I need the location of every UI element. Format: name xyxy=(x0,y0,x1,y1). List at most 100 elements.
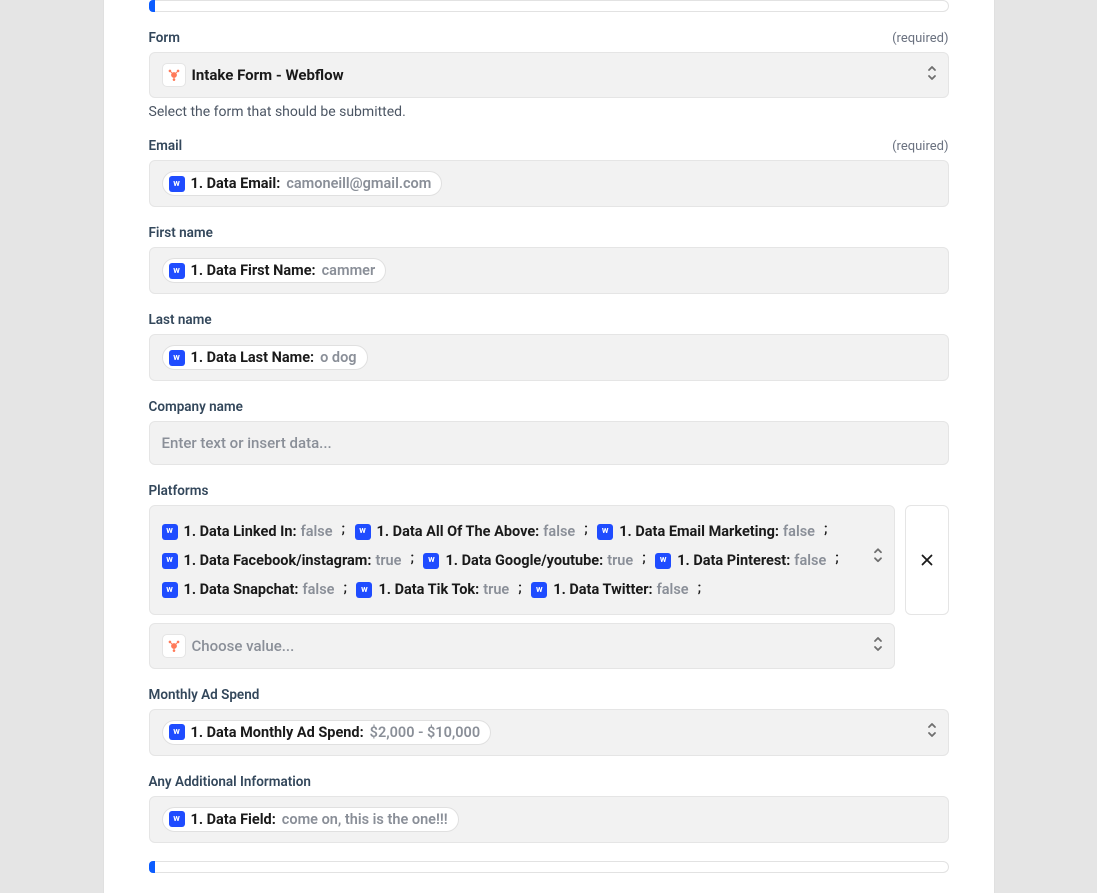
webflow-icon: w xyxy=(655,553,671,569)
form-label: Form xyxy=(149,30,181,46)
company-input[interactable]: Enter text or insert data... xyxy=(149,421,949,465)
additional-label: Any Additional Information xyxy=(149,774,311,790)
email-required: (required) xyxy=(892,139,948,154)
platform-token[interactable]: w 1. Data Tik Tok: true xyxy=(356,576,512,604)
adspend-token[interactable]: w 1. Data Monthly Ad Spend: $2,000 - $10… xyxy=(162,720,492,745)
platform-token[interactable]: w 1. Data Email Marketing: false xyxy=(597,518,818,546)
separator: ; xyxy=(698,580,702,596)
separator: ; xyxy=(835,550,839,566)
separator: ; xyxy=(642,550,646,566)
additional-field-group: Any Additional Information w 1. Data Fie… xyxy=(149,774,949,843)
blue-edge xyxy=(149,0,155,12)
chevron-updown-icon xyxy=(872,546,884,574)
email-input[interactable]: w 1. Data Email: camoneill@gmail.com xyxy=(149,160,949,207)
platform-token-label: 1. Data Tik Tok: xyxy=(378,576,479,604)
white-strip xyxy=(155,861,949,873)
platform-token[interactable]: w 1. Data Twitter: false xyxy=(531,576,691,604)
webflow-icon: w xyxy=(531,582,547,598)
platform-token-value: false xyxy=(301,518,333,546)
webflow-icon: w xyxy=(355,524,371,540)
chevron-updown-icon xyxy=(872,635,884,657)
webflow-icon: w xyxy=(162,553,178,569)
adspend-token-label: 1. Data Monthly Ad Spend: xyxy=(191,724,364,741)
blue-edge xyxy=(149,861,155,873)
separator: ; xyxy=(343,580,347,596)
platforms-label: Platforms xyxy=(149,483,209,499)
lastname-input[interactable]: w 1. Data Last Name: o dog xyxy=(149,334,949,381)
webflow-icon: w xyxy=(423,553,439,569)
company-label: Company name xyxy=(149,399,243,415)
close-icon xyxy=(918,551,936,569)
webflow-icon: w xyxy=(162,524,178,540)
platforms-choose-select[interactable]: Choose value... xyxy=(149,623,895,669)
webflow-icon: w xyxy=(169,263,185,279)
additional-token-label: 1. Data Field: xyxy=(191,811,276,828)
platform-token[interactable]: w1. Data Snapchat: false xyxy=(162,576,338,604)
platform-token-value: false xyxy=(783,518,815,546)
webflow-icon: w xyxy=(169,176,185,192)
lastname-token-value: o dog xyxy=(320,349,356,366)
hubspot-icon xyxy=(162,63,186,87)
chevron-updown-icon xyxy=(926,721,938,743)
adspend-select[interactable]: w 1. Data Monthly Ad Spend: $2,000 - $10… xyxy=(149,709,949,756)
bottom-partial-card xyxy=(149,861,949,873)
firstname-token-value: cammer xyxy=(322,262,376,279)
email-token-value: camoneill@gmail.com xyxy=(286,175,431,192)
platform-token[interactable]: w 1. Data Facebook/instagram: true xyxy=(162,547,405,575)
additional-token[interactable]: w 1. Data Field: come on, this is the on… xyxy=(162,807,459,832)
company-placeholder: Enter text or insert data... xyxy=(162,434,332,452)
platform-token[interactable]: w1. Data Google/youtube: true xyxy=(423,547,636,575)
form-helper: Select the form that should be submitted… xyxy=(149,104,949,120)
webflow-icon: w xyxy=(169,724,185,740)
additional-token-value: come on, this is the one!!! xyxy=(282,811,448,828)
top-partial-card xyxy=(149,0,949,12)
platform-token[interactable]: w 1. Data All Of The Above: false xyxy=(355,518,579,546)
webflow-icon: w xyxy=(169,350,185,366)
separator: ; xyxy=(410,550,414,566)
firstname-label: First name xyxy=(149,225,213,241)
firstname-field-group: First name w 1. Data First Name: cammer xyxy=(149,225,949,294)
separator: ; xyxy=(518,580,522,596)
webflow-icon: w xyxy=(169,811,185,827)
platform-token-label: 1. Data Pinterest: xyxy=(677,547,790,575)
platform-token[interactable]: w 1. Data Linked In: false xyxy=(162,518,336,546)
platform-token[interactable]: w 1. Data Pinterest: false xyxy=(655,547,829,575)
platform-token-label: 1. Data Linked In: xyxy=(184,518,297,546)
platforms-input[interactable]: w 1. Data Linked In: false; w 1. Data All … xyxy=(149,505,895,615)
platform-token-value: true xyxy=(375,547,401,575)
platform-token-value: false xyxy=(302,576,334,604)
firstname-input[interactable]: w 1. Data First Name: cammer xyxy=(149,247,949,294)
separator: ; xyxy=(584,521,588,537)
platform-token-value: true xyxy=(483,576,509,604)
platforms-field-group: Platforms w1. Data Linked In: false; w1.… xyxy=(149,483,949,669)
chevron-updown-icon xyxy=(926,64,938,86)
webflow-icon: w xyxy=(162,582,178,598)
adspend-field-group: Monthly Ad Spend w 1. Data Monthly Ad Sp… xyxy=(149,687,949,756)
lastname-token-label: 1. Data Last Name: xyxy=(191,349,315,366)
hubspot-icon xyxy=(162,634,186,658)
additional-input[interactable]: w 1. Data Field: come on, this is the on… xyxy=(149,796,949,843)
webflow-icon: w xyxy=(597,524,613,540)
platform-token-label: 1. Data Twitter: xyxy=(553,576,652,604)
white-strip xyxy=(155,0,949,12)
company-field-group: Company name Enter text or insert data..… xyxy=(149,399,949,465)
platform-token-value: true xyxy=(607,547,633,575)
firstname-token[interactable]: w 1. Data First Name: cammer xyxy=(162,258,387,283)
webflow-icon: w xyxy=(356,582,372,598)
platform-token-value: false xyxy=(657,576,689,604)
lastname-field-group: Last name w 1. Data Last Name: o dog xyxy=(149,312,949,381)
lastname-token[interactable]: w 1. Data Last Name: o dog xyxy=(162,345,368,370)
platform-token-label: 1. Data All Of The Above: xyxy=(377,518,540,546)
email-token-label: 1. Data Email: xyxy=(191,175,281,192)
platform-token-label: 1. Data Facebook/instagram: xyxy=(184,547,372,575)
platforms-remove-button[interactable] xyxy=(905,505,949,615)
email-label: Email xyxy=(149,138,183,154)
platform-token-value: false xyxy=(543,518,575,546)
email-token[interactable]: w 1. Data Email: camoneill@gmail.com xyxy=(162,171,443,196)
platform-token-label: 1. Data Email Marketing: xyxy=(619,518,779,546)
adspend-token-value: $2,000 - $10,000 xyxy=(370,724,480,741)
platform-token-value: false xyxy=(794,547,826,575)
form-required: (required) xyxy=(892,31,948,46)
form-select[interactable]: Intake Form - Webflow xyxy=(149,52,949,98)
separator: ; xyxy=(824,521,828,537)
